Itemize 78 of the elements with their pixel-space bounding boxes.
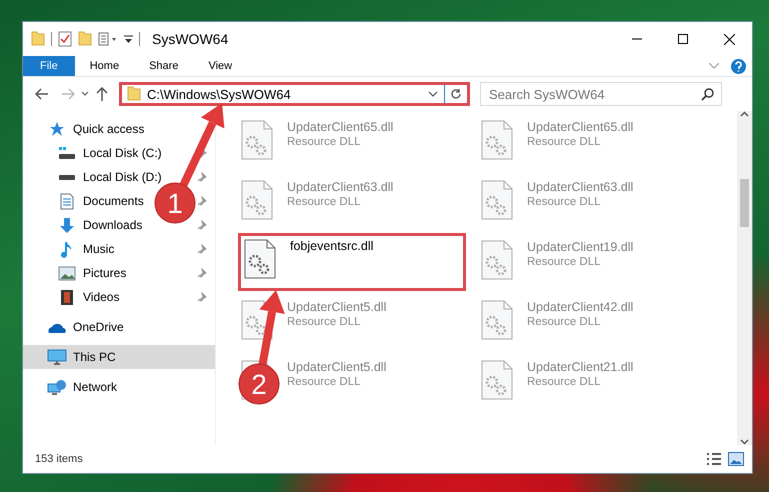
properties-icon[interactable]	[98, 32, 118, 46]
file-type: Resource DLL	[287, 136, 362, 148]
file-name[interactable]: UpdaterClient5.dll	[287, 300, 386, 314]
monitor-icon	[47, 348, 67, 366]
file-name[interactable]: UpdaterClient63.dll	[287, 180, 394, 194]
search-icon[interactable]	[701, 88, 714, 101]
pin-icon[interactable]	[197, 244, 207, 254]
nav-item[interactable]: Network	[47, 378, 118, 396]
scroll-down-icon[interactable]	[740, 439, 749, 445]
pin-icon[interactable]	[197, 292, 207, 302]
large-icons-view-icon[interactable]	[728, 452, 744, 466]
file-gear-icon	[481, 180, 513, 220]
maximize-icon[interactable]	[678, 34, 688, 44]
help-icon[interactable]	[731, 58, 746, 74]
nav-item[interactable]: OneDrive	[47, 320, 124, 334]
checklist-icon[interactable]	[58, 31, 72, 47]
ribbon-tab[interactable]: View	[193, 56, 248, 76]
file-name[interactable]: UpdaterClient5.dll	[287, 360, 386, 374]
nav-item[interactable]: Local Disk (C:)	[57, 146, 162, 160]
file-gear-icon	[481, 240, 513, 280]
pin-icon[interactable]	[197, 172, 207, 182]
file-type: Resource DLL	[527, 376, 602, 388]
nav-item[interactable]: Quick access	[47, 121, 144, 137]
file-name[interactable]: UpdaterClient65.dll	[287, 120, 394, 134]
picture-icon	[57, 266, 77, 280]
scroll-up-icon[interactable]	[740, 111, 749, 117]
search-field[interactable]: Search SysWOW64	[480, 82, 722, 106]
file-gear-icon	[244, 239, 276, 279]
file-type: Resource DLL	[527, 196, 602, 208]
file-type: Resource DLL	[527, 256, 602, 268]
nav-item[interactable]: Music	[57, 240, 114, 258]
drive-c-icon	[57, 146, 77, 160]
minimize-icon[interactable]	[632, 38, 642, 40]
step-badge: 2	[238, 364, 280, 404]
nav-item[interactable]: Pictures	[57, 266, 126, 280]
network-icon	[47, 378, 67, 396]
file-name[interactable]: UpdaterClient42.dll	[527, 300, 634, 314]
file-type: Resource DLL	[287, 316, 362, 328]
recent-caret-icon[interactable]	[81, 91, 89, 97]
close-icon[interactable]	[724, 34, 734, 44]
address-field[interactable]: C:\Windows\SysWOW64	[119, 82, 470, 106]
item-count: 153 items	[35, 453, 83, 465]
nav-item[interactable]: Documents	[57, 192, 144, 210]
scrollbar[interactable]	[737, 111, 752, 445]
dropdown-caret-icon[interactable]	[428, 91, 438, 97]
file-name[interactable]: UpdaterClient19.dll	[527, 240, 634, 254]
file-name[interactable]: fobjeventsrc.dll	[290, 239, 374, 253]
file-type: Resource DLL	[527, 316, 602, 328]
chevron-icon[interactable]	[709, 63, 719, 69]
step-badge: 1	[154, 182, 196, 224]
window-title: SysWOW64	[152, 31, 228, 47]
file-gear-icon	[241, 120, 273, 160]
file-gear-icon	[481, 300, 513, 340]
ribbon-tab[interactable]: File	[23, 56, 75, 76]
ribbon-tab[interactable]: Share	[134, 56, 194, 76]
file-type: Resource DLL	[527, 136, 602, 148]
file-type: Resource DLL	[287, 196, 362, 208]
drive-icon	[57, 174, 77, 180]
file-gear-icon	[481, 120, 513, 160]
file-gear-icon	[241, 180, 273, 220]
nav-item[interactable]: This PC	[47, 348, 116, 366]
scrollbar-thumb[interactable]	[740, 179, 749, 227]
file-name[interactable]: UpdaterClient65.dll	[527, 120, 634, 134]
pin-icon[interactable]	[197, 196, 207, 206]
file-name[interactable]: UpdaterClient21.dll	[527, 360, 634, 374]
ribbon-tab[interactable]: Home	[74, 56, 134, 76]
folder-icon	[127, 84, 141, 104]
pin-icon[interactable]	[197, 220, 207, 230]
nav-item[interactable]: Videos	[57, 288, 120, 306]
nav-item[interactable]: Downloads	[57, 216, 142, 234]
refresh-icon[interactable]	[450, 88, 462, 100]
file-type: Resource DLL	[287, 376, 362, 388]
dropdown-icon[interactable]	[124, 34, 133, 44]
pin-icon[interactable]	[197, 268, 207, 278]
file-gear-icon	[481, 360, 513, 400]
nav-item[interactable]: Local Disk (D:)	[57, 170, 162, 184]
details-view-icon[interactable]	[706, 452, 722, 466]
file-name[interactable]: UpdaterClient63.dll	[527, 180, 634, 194]
